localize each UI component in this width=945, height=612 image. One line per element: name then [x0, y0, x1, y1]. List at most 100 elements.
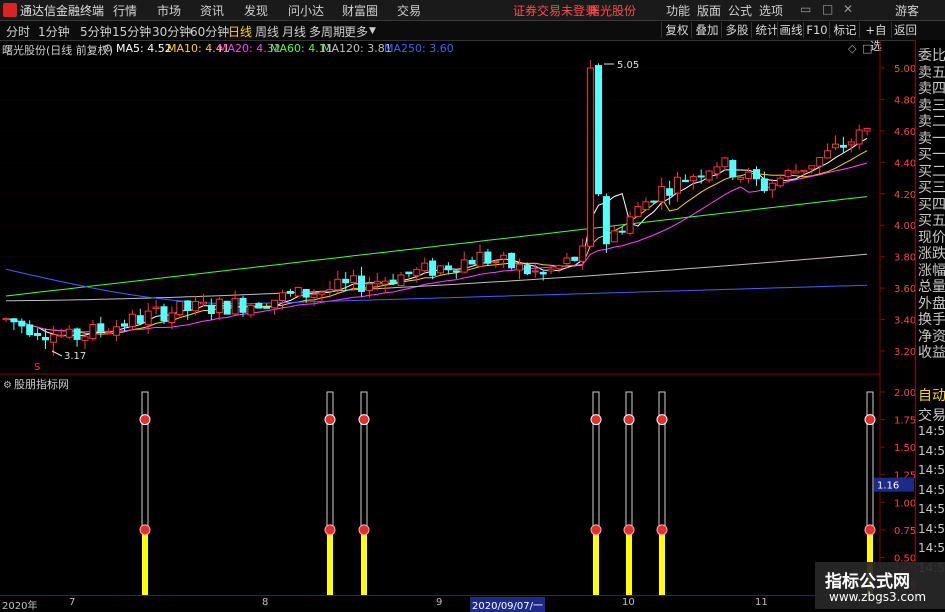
candle-body [484, 251, 492, 264]
rights-button[interactable]: 复权 [661, 22, 692, 38]
candle-body [650, 200, 658, 203]
more-chevron-icon[interactable]: ▼ [369, 26, 376, 36]
candle-body [42, 336, 49, 341]
menu-item-trade[interactable]: 交易 [397, 2, 421, 19]
signal-bar [626, 529, 632, 595]
signal-bar [327, 529, 333, 595]
candle-body [523, 265, 531, 275]
candle-body [113, 326, 121, 336]
period-tab[interactable]: 1分钟 [38, 23, 70, 40]
signal-frame [326, 391, 334, 531]
candle-body [855, 129, 863, 145]
signal-dot-upper [324, 414, 336, 426]
signal-frame [141, 391, 149, 531]
signal-dot-upper [139, 414, 151, 426]
date-label: 7 [69, 597, 76, 608]
indicator-settings-icon[interactable]: ⚙ [3, 380, 12, 391]
period-tab[interactable]: 30分钟 [152, 23, 191, 40]
signal-dot-lower [656, 524, 668, 536]
candle-body [602, 196, 610, 245]
candle-body [863, 127, 871, 132]
candle-body [666, 188, 674, 196]
draw-line-button[interactable]: 画线 [777, 22, 804, 38]
indicator-tick-label: 1.50 [894, 443, 915, 454]
signal-dot-lower [590, 524, 602, 536]
candle-body [318, 291, 326, 295]
candle-body [681, 179, 689, 183]
minimize-icon[interactable]: ▭ [800, 2, 811, 16]
candle-body [176, 301, 184, 315]
overlay-button[interactable]: 叠加 [691, 22, 722, 38]
candle-body [65, 328, 73, 338]
tick-time: 14:56 [918, 482, 945, 497]
login-status[interactable]: 证券交易未登录 [513, 2, 597, 19]
candle-body [839, 144, 847, 148]
signal-dot-lower [139, 524, 151, 536]
f10-button[interactable]: F10 [803, 22, 830, 38]
candle-body [713, 166, 721, 175]
candle-body [310, 293, 318, 298]
menu-item-function[interactable]: 功能 [666, 2, 690, 19]
period-tab[interactable]: 月线 [282, 23, 306, 40]
menu-item-community[interactable]: 财富圈 [342, 2, 378, 19]
menu-item-news[interactable]: 资讯 [200, 2, 224, 19]
candle-body [128, 313, 136, 328]
candle-body [334, 278, 342, 291]
candle-body [34, 333, 42, 336]
multi-stock-button[interactable]: 多股 [721, 22, 752, 38]
period-tab[interactable]: 15分钟 [112, 23, 151, 40]
period-tab[interactable]: 周线 [255, 23, 279, 40]
candle-body [271, 299, 279, 309]
menu-item-options[interactable]: 选项 [759, 2, 783, 19]
candle-body [326, 288, 334, 292]
add-watchlist-button[interactable]: +自选 [859, 22, 892, 53]
candle-body [689, 176, 697, 182]
back-button[interactable]: 返回 [891, 22, 919, 38]
signal-dot-lower [864, 524, 876, 536]
candle-body [531, 270, 539, 273]
signal-dot-upper [358, 414, 370, 426]
candle-body [413, 268, 421, 277]
menu-item-layout[interactable]: 版面 [697, 2, 721, 19]
menu-item-market[interactable]: 行情 [113, 2, 137, 19]
tick-time: 14:56 [918, 463, 945, 477]
price-tick-label: 3.60 [894, 284, 915, 295]
period-tab-more[interactable]: 更多 [344, 23, 368, 40]
period-tab[interactable]: 多周期 [309, 23, 345, 40]
restore-icon[interactable]: □ [822, 2, 833, 16]
period-tab[interactable]: 分时 [6, 23, 30, 40]
menu-item-assistant[interactable]: 问小达 [288, 2, 324, 19]
date-label: 8 [262, 597, 269, 608]
price-tick-label: 4.60 [894, 127, 915, 138]
candle-body [365, 283, 373, 291]
candle-body [753, 169, 760, 180]
candle-body [697, 175, 705, 178]
period-tab[interactable]: 5分钟 [80, 23, 112, 40]
candle-body [18, 320, 26, 327]
period-tab[interactable]: 60分钟 [190, 23, 229, 40]
price-tick-label: 4.00 [894, 221, 915, 232]
menu-item-formula[interactable]: 公式 [728, 2, 752, 19]
tick-panel-label[interactable]: 自动 [918, 385, 945, 405]
tick-panel-label[interactable]: 交易 [918, 405, 945, 425]
tick-time: 14:56 [918, 502, 945, 516]
menu-item-discover[interactable]: 发现 [244, 2, 268, 19]
price-tick-label: 4.20 [894, 190, 915, 201]
candle-body [792, 170, 800, 174]
kline-chart[interactable]: 5.00 4.80 4.60 4.40 4.20 4.00 3.80 3.60 3.40 3.20… [0, 40, 915, 595]
price-tick-label: 4.80 [894, 95, 915, 106]
candle-body [776, 177, 784, 187]
candle-body [405, 271, 413, 275]
candle-body [705, 170, 713, 181]
mark-button[interactable]: 标记 [829, 22, 860, 38]
candle-body [168, 312, 176, 323]
candle-body [239, 297, 247, 313]
candle-body [784, 169, 792, 177]
guest-label[interactable]: 游客 [895, 2, 919, 19]
period-tab-active[interactable]: 日线 [228, 23, 252, 40]
menu-item-board[interactable]: 市场 [157, 2, 181, 19]
price-tick-label: 5.00 [894, 64, 915, 75]
close-icon[interactable]: ✕ [843, 2, 853, 16]
price-tick-label: 3.40 [894, 316, 915, 327]
date-label: 9 [436, 597, 443, 608]
